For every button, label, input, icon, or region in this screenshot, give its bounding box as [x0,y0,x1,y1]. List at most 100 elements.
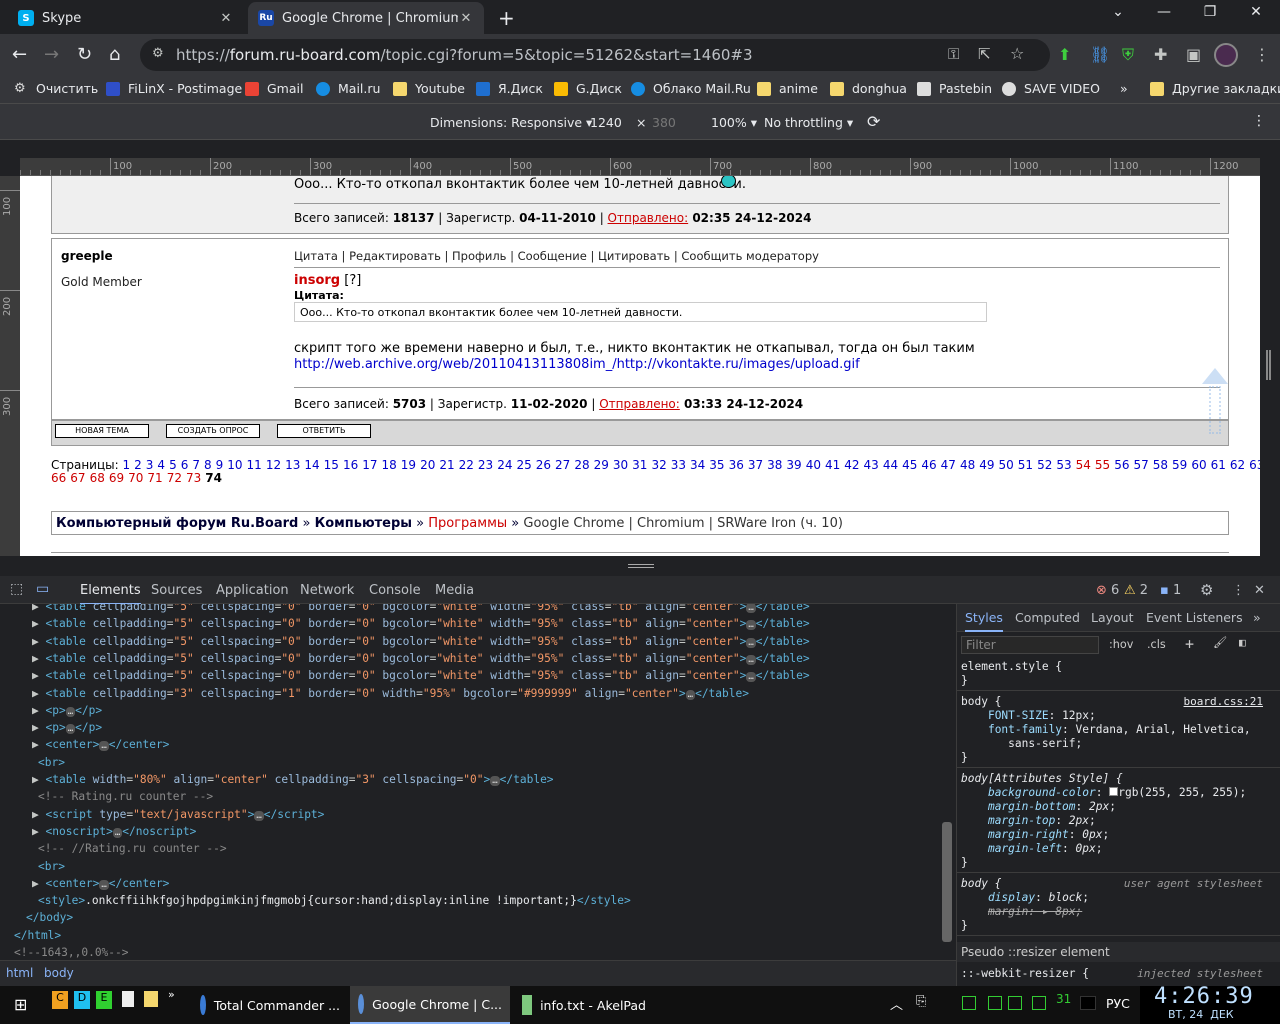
bookmark-item[interactable]: G.Диск [554,81,622,96]
page-link[interactable]: 25 [516,458,531,472]
page-link[interactable]: 69 [109,471,124,485]
page-link[interactable]: 62 [1230,458,1245,472]
page-link[interactable]: 54 [1076,458,1091,472]
tab-search-button[interactable]: ⌄ [1098,4,1138,20]
page-link[interactable]: 32 [651,458,666,472]
rule-source[interactable]: board.css:21 [1184,695,1263,708]
folder-icon[interactable] [144,991,158,1007]
page-link[interactable]: 13 [285,458,300,472]
tab-skype[interactable]: S Skype ✕ [8,2,244,34]
viewport-resize-handle[interactable] [1266,350,1271,380]
bookmark-item[interactable]: Я.Диск [476,81,543,96]
page-link[interactable]: 73 [186,471,201,485]
page-link[interactable]: 40 [806,458,821,472]
post-actions[interactable]: Цитата | Редактировать | Профиль | Сообщ… [294,249,819,263]
bookmark-item[interactable]: donghua [830,81,907,96]
style-line[interactable]: } [961,674,968,688]
page-link[interactable]: 49 [979,458,994,472]
tray-expand-icon[interactable]: ︿ [890,994,903,1013]
page-link[interactable]: 51 [1018,458,1033,472]
bookmark-item[interactable]: Облако Mail.Ru [631,81,751,96]
settings-gear-icon[interactable]: ⚙ [1200,581,1213,599]
page-link[interactable]: 2 [134,458,142,472]
page-link[interactable]: 1 [123,458,131,472]
shield-extension-icon[interactable]: ⛨ [1122,45,1134,65]
page-link[interactable]: 68 [90,471,105,485]
help-link[interactable]: [?] [344,273,361,288]
address-bar[interactable]: ⚙ https://forum.ru-board.com/topic.cgi?f… [140,39,1050,71]
dom-node-line[interactable]: ▶ <table cellpadding="5" cellspacing="0"… [32,633,810,650]
paperclip-icon[interactable]: ⎘ [916,994,926,1009]
page-link[interactable]: 42 [844,458,859,472]
page-link[interactable]: 21 [439,458,454,472]
bookmark-item[interactable]: Gmail [245,81,303,96]
dom-node-line[interactable]: ▶ <table cellpadding="3" cellspacing="1"… [32,685,749,702]
page-link[interactable]: 6 [181,458,189,472]
language-indicator[interactable]: РУС [1106,996,1130,1011]
home-icon[interactable]: ⌂ [109,44,120,65]
bookmark-item[interactable]: FiLinX - Postimage [106,81,242,96]
info-badge[interactable]: ▪ 1 [1160,583,1181,598]
page-link[interactable]: 19 [401,458,416,472]
restore-button[interactable]: ❐ [1190,4,1230,20]
notepad-icon[interactable] [122,991,134,1007]
back-icon[interactable]: ← [12,44,27,65]
dom-comment-line[interactable]: <!--1643,,0.0%--> [14,944,129,960]
page-link[interactable]: 39 [786,458,801,472]
rotate-icon[interactable]: ⟳ [867,112,880,131]
tab-styles[interactable]: Styles [965,610,1003,632]
page-link[interactable]: 59 [1172,458,1187,472]
page-link[interactable]: 70 [128,471,143,485]
page-link[interactable]: 46 [921,458,936,472]
styles-filter-input[interactable]: Filter [961,636,1099,654]
page-link[interactable]: 61 [1211,458,1226,472]
style-line[interactable]: } [961,856,968,870]
page-link[interactable]: 67 [70,471,85,485]
bookmark-item[interactable]: Mail.ru [316,81,380,96]
tab-media[interactable]: Media [435,583,474,598]
hov-toggle[interactable]: :hov [1109,638,1133,651]
tab-computed[interactable]: Computed [1015,610,1080,625]
new-rule-icon[interactable]: + [1185,635,1194,653]
page-link[interactable]: 72 [167,471,182,485]
tab-application[interactable]: Application [216,583,289,598]
dom-node-line[interactable]: </body> [26,909,73,926]
style-line[interactable]: margin-bottom: 2px; [961,800,1116,814]
tab-event-listeners[interactable]: Event Listeners [1146,610,1243,625]
drive-c-icon[interactable]: C [52,991,68,1009]
width-input[interactable]: 1240 [590,115,622,130]
page-link[interactable]: 22 [459,458,474,472]
page-link[interactable]: 56 [1114,458,1129,472]
page-link[interactable]: 43 [864,458,879,472]
page-link[interactable]: 27 [555,458,570,472]
page-link[interactable]: 9 [216,458,224,472]
inspect-icon[interactable]: ⬚ [10,581,23,597]
dom-node-line[interactable]: ▶ <center>… </center> [32,736,169,753]
scrollbar-thumb[interactable] [942,822,952,942]
post-link[interactable]: http://web.archive.org/web/2011041311380… [294,357,860,372]
key-icon[interactable]: ⚿ [948,45,959,63]
forward-icon[interactable]: → [44,44,59,65]
sent-link[interactable]: Отправлено: [608,211,689,225]
elements-tree[interactable]: ▶ <table cellpadding="5" cellspacing="0"… [0,604,940,960]
style-line[interactable]: margin-left: 0px; [961,842,1103,856]
new-topic-button[interactable]: НОВАЯ ТЕМА [55,424,149,438]
bookmark-item[interactable]: ⚙ Очистить [14,81,98,96]
page-link[interactable]: 15 [324,458,339,472]
dom-node-line[interactable]: </html> [14,927,61,944]
page-link[interactable]: 14 [304,458,319,472]
bookmark-item[interactable]: SAVE VIDEO [1002,81,1100,96]
bookmark-item[interactable]: Youtube [393,81,465,96]
page-link[interactable]: 10 [227,458,242,472]
reply-button[interactable]: ОТВЕТИТЬ [277,424,371,438]
tab-ru-board[interactable]: Ru Google Chrome | Chromium | SR ✕ [248,2,484,34]
drive-e-icon[interactable]: E [96,991,112,1009]
style-line[interactable]: margin: ▸ 8px; [961,905,1082,919]
zoom-select[interactable]: 100% ▾ [711,115,757,130]
page-link[interactable]: 58 [1153,458,1168,472]
page-link[interactable]: 35 [709,458,724,472]
tab-network[interactable]: Network [300,583,354,598]
crumb-body[interactable]: body [44,966,74,980]
bookmark-item[interactable]: Pastebin [917,81,992,96]
more-bookmarks-button[interactable]: » [1120,81,1128,96]
